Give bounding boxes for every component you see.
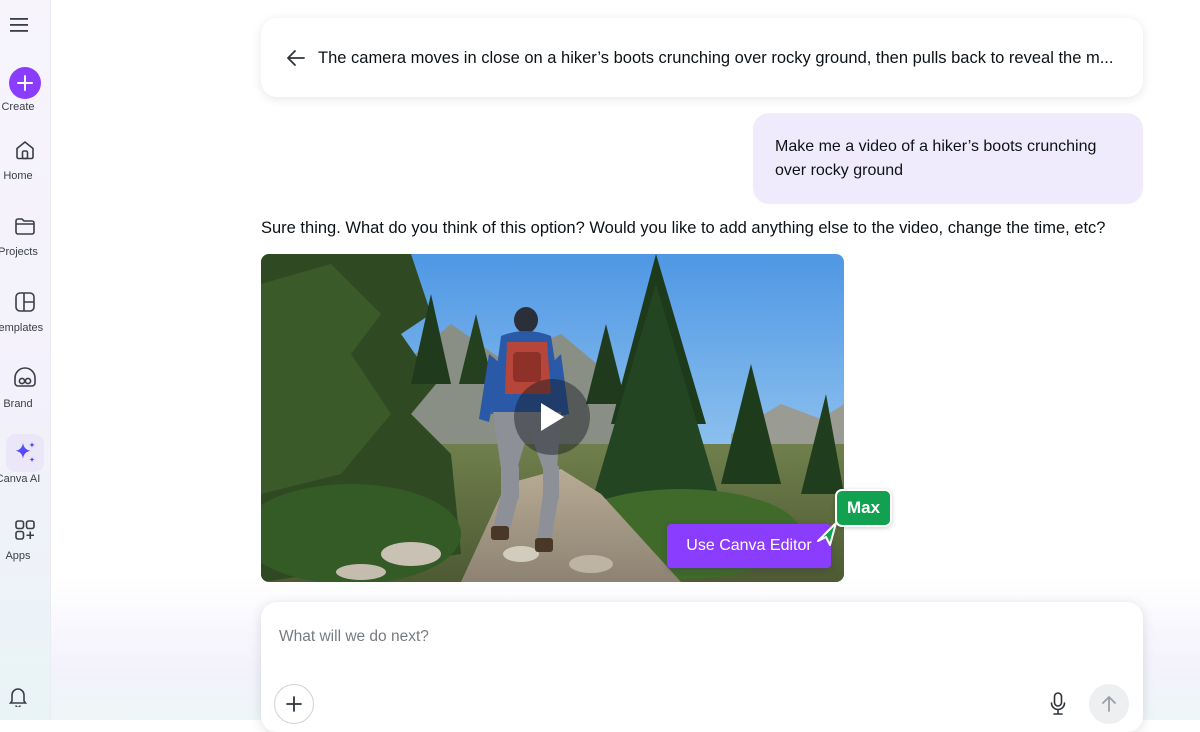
sidebar-item-templates[interactable]: Templates <box>0 283 50 334</box>
use-canva-editor-button[interactable]: Use Canva Editor <box>667 524 831 568</box>
sidebar-item-label: Projects <box>0 246 38 258</box>
prompt-input[interactable] <box>277 624 1081 650</box>
apps-icon <box>6 511 44 549</box>
arrow-up-icon <box>1102 696 1116 712</box>
sparkle-icon <box>6 434 44 472</box>
sidebar-item-create[interactable]: Create <box>0 66 50 113</box>
sidebar-item-projects[interactable]: Projects <box>0 207 50 258</box>
back-arrow-icon[interactable] <box>285 47 307 69</box>
sidebar-item-label: Create <box>1 101 35 113</box>
play-icon <box>541 403 564 431</box>
sidebar-item-label: Canva AI <box>0 473 41 485</box>
sidebar-item-label: Brand <box>3 398 33 410</box>
sidebar-item-apps[interactable]: Apps <box>0 511 50 562</box>
templates-icon <box>6 283 44 321</box>
play-button[interactable] <box>514 379 590 455</box>
microphone-icon <box>1050 692 1066 715</box>
plus-icon <box>9 67 41 99</box>
sidebar-item-label: Apps <box>5 550 31 562</box>
prompt-header-card: The camera moves in close on a hiker’s b… <box>261 18 1143 97</box>
sidebar-item-home[interactable]: Home <box>0 131 50 182</box>
user-message-line: Make me a video of a hiker’s boots crunc… <box>775 138 1097 155</box>
composer <box>261 602 1143 732</box>
prompt-title: The camera moves in close on a hiker’s b… <box>318 49 1114 67</box>
sidebar-item-label: Templates <box>0 322 44 334</box>
user-message-bubble: Make me a video of a hiker’s boots crunc… <box>753 113 1143 204</box>
home-icon <box>6 131 44 169</box>
collaborator-name-tag: Max <box>835 489 893 527</box>
microphone-button[interactable] <box>1046 692 1070 716</box>
send-button[interactable] <box>1089 684 1129 724</box>
plus-icon <box>286 696 302 712</box>
sidebar-item-canva-ai[interactable]: Canva AI <box>0 434 50 485</box>
assistant-message: Sure thing. What do you think of this op… <box>261 219 1106 237</box>
sidebar: Create Home Projects Templates Brand <box>0 0 51 720</box>
folder-icon <box>6 207 44 245</box>
sidebar-item-label: Home <box>3 170 33 182</box>
hamburger-menu-icon[interactable] <box>6 12 32 38</box>
user-message-line: over rocky ground <box>775 162 904 179</box>
brand-icon <box>6 359 44 397</box>
add-attachment-button[interactable] <box>274 684 314 724</box>
sidebar-item-brand[interactable]: Brand <box>0 359 50 410</box>
bell-icon[interactable] <box>5 683 31 709</box>
